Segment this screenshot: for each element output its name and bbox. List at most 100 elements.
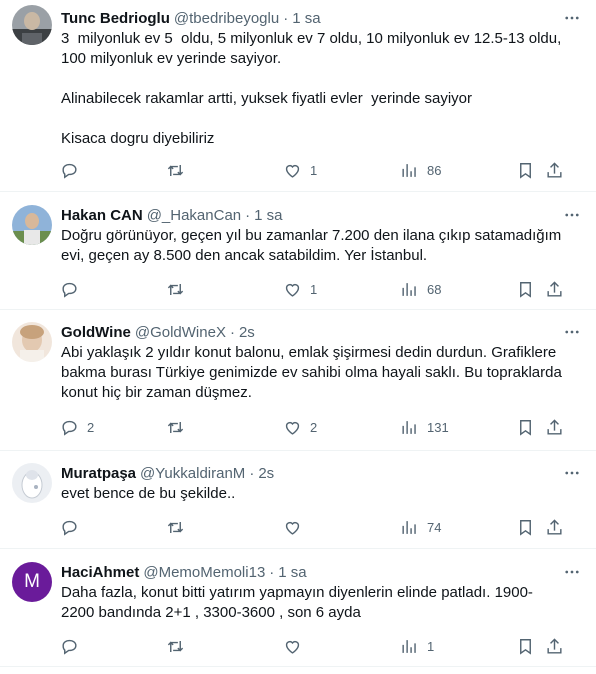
views-count: 131 bbox=[427, 419, 449, 435]
retweet-icon bbox=[167, 421, 184, 433]
separator-dot: · bbox=[249, 464, 255, 482]
more-icon[interactable] bbox=[562, 562, 582, 582]
action-bar: 74 bbox=[50, 517, 582, 537]
reply-button[interactable] bbox=[60, 279, 87, 299]
views-icon bbox=[402, 282, 416, 296]
reply-icon bbox=[62, 520, 77, 536]
tweet-text: Doğru görünüyor, geçen yıl bu zamanlar 7… bbox=[61, 227, 562, 264]
timestamp[interactable]: 1 sa bbox=[278, 564, 306, 581]
separator-dot: · bbox=[245, 206, 251, 224]
like-button[interactable]: 1 bbox=[283, 279, 317, 299]
author-handle[interactable]: @MemoMemoli13 bbox=[143, 564, 265, 581]
bookmark-button[interactable] bbox=[516, 417, 535, 437]
retweet-icon bbox=[167, 521, 184, 533]
tweet[interactable]: Muratpaşa @YukkaldiranM · 2s evet bence … bbox=[0, 451, 596, 549]
author-name[interactable]: GoldWine bbox=[61, 324, 131, 341]
author-handle[interactable]: @GoldWineX bbox=[135, 324, 226, 341]
retweet-button[interactable] bbox=[166, 636, 193, 656]
avatar[interactable] bbox=[12, 205, 52, 245]
reply-feed: Tunc Bedrioglu @tbedribeyoglu · 1 sa 3 m… bbox=[0, 0, 596, 667]
author-handle[interactable]: @_HakanCan bbox=[147, 207, 241, 224]
tweet-header: Hakan CAN @_HakanCan · 1 sa bbox=[61, 205, 584, 225]
like-button[interactable] bbox=[283, 517, 310, 537]
views-button[interactable]: 131 bbox=[400, 417, 449, 437]
share-button[interactable] bbox=[545, 160, 564, 180]
separator-dot: · bbox=[283, 9, 289, 27]
tweet-header: Muratpaşa @YukkaldiranM · 2s bbox=[61, 463, 584, 483]
retweet-button[interactable] bbox=[166, 517, 193, 537]
author-name[interactable]: Hakan CAN bbox=[61, 207, 143, 224]
reply-button[interactable] bbox=[60, 636, 87, 656]
like-count: 1 bbox=[310, 281, 318, 297]
views-button[interactable]: 1 bbox=[400, 636, 434, 656]
like-button[interactable]: 1 bbox=[283, 160, 317, 180]
more-icon[interactable] bbox=[562, 463, 582, 483]
share-button[interactable] bbox=[545, 517, 564, 537]
like-count: 1 bbox=[310, 162, 318, 178]
share-icon bbox=[547, 637, 562, 654]
retweet-button[interactable] bbox=[166, 417, 193, 437]
retweet-icon bbox=[167, 283, 184, 295]
views-icon bbox=[402, 163, 416, 177]
reply-icon bbox=[62, 163, 77, 179]
views-button[interactable]: 86 bbox=[400, 160, 441, 180]
bookmark-button[interactable] bbox=[516, 279, 535, 299]
timestamp[interactable]: 1 sa bbox=[254, 207, 282, 224]
author-handle[interactable]: @YukkaldiranM bbox=[140, 465, 245, 482]
views-count: 86 bbox=[427, 162, 442, 178]
more-icon[interactable] bbox=[562, 205, 582, 225]
author-handle[interactable]: @tbedribeyoglu bbox=[174, 10, 279, 27]
reply-button[interactable]: 2 bbox=[60, 417, 94, 437]
action-bar: 2 2 131 bbox=[50, 417, 582, 437]
bookmark-icon bbox=[520, 162, 531, 179]
bookmark-button[interactable] bbox=[516, 160, 535, 180]
avatar[interactable]: M bbox=[12, 562, 52, 602]
bookmark-button[interactable] bbox=[516, 636, 535, 656]
share-button[interactable] bbox=[545, 279, 564, 299]
retweet-icon bbox=[167, 164, 184, 176]
timestamp[interactable]: 2s bbox=[239, 324, 255, 341]
action-bar: 1 86 bbox=[50, 160, 582, 180]
like-icon bbox=[285, 283, 300, 297]
share-icon bbox=[547, 518, 562, 535]
like-button[interactable]: 2 bbox=[283, 417, 317, 437]
avatar[interactable] bbox=[12, 463, 52, 503]
bookmark-icon bbox=[520, 519, 531, 536]
views-icon bbox=[402, 639, 416, 653]
more-icon[interactable] bbox=[562, 8, 582, 28]
tweet[interactable]: M HaciAhmet @MemoMemoli13 · 1 sa Daha fa… bbox=[0, 549, 596, 667]
reply-button[interactable] bbox=[60, 517, 87, 537]
reply-icon bbox=[62, 282, 77, 298]
views-button[interactable]: 74 bbox=[400, 517, 441, 537]
like-icon bbox=[285, 421, 300, 435]
views-button[interactable]: 68 bbox=[400, 279, 441, 299]
tweet[interactable]: Hakan CAN @_HakanCan · 1 sa Doğru görünü… bbox=[0, 192, 596, 310]
bookmark-icon bbox=[520, 419, 531, 436]
action-bar: 1 bbox=[50, 636, 582, 656]
tweet-text: Abi yaklaşık 2 yıldır konut balonu, emla… bbox=[61, 344, 562, 401]
views-count: 1 bbox=[427, 638, 435, 654]
share-button[interactable] bbox=[545, 417, 564, 437]
views-icon bbox=[402, 520, 416, 534]
avatar-letter: M bbox=[24, 571, 40, 592]
timestamp[interactable]: 2s bbox=[258, 465, 274, 482]
share-button[interactable] bbox=[545, 636, 564, 656]
retweet-button[interactable] bbox=[166, 279, 193, 299]
author-name[interactable]: Muratpaşa bbox=[61, 465, 136, 482]
avatar[interactable] bbox=[12, 5, 52, 45]
separator-dot: · bbox=[269, 563, 275, 581]
author-name[interactable]: HaciAhmet bbox=[61, 564, 139, 581]
like-button[interactable] bbox=[283, 636, 310, 656]
reply-button[interactable] bbox=[60, 160, 87, 180]
avatar[interactable] bbox=[12, 322, 52, 362]
timestamp[interactable]: 1 sa bbox=[292, 10, 320, 27]
retweet-icon bbox=[167, 640, 184, 652]
separator-dot: · bbox=[229, 323, 235, 341]
tweet[interactable]: GoldWine @GoldWineX · 2s Abi yaklaşık 2 … bbox=[0, 310, 596, 451]
retweet-button[interactable] bbox=[166, 160, 193, 180]
bookmark-button[interactable] bbox=[516, 517, 535, 537]
author-name[interactable]: Tunc Bedrioglu bbox=[61, 10, 170, 27]
views-count: 74 bbox=[427, 519, 442, 535]
more-icon[interactable] bbox=[562, 322, 582, 342]
tweet[interactable]: Tunc Bedrioglu @tbedribeyoglu · 1 sa 3 m… bbox=[0, 0, 596, 192]
